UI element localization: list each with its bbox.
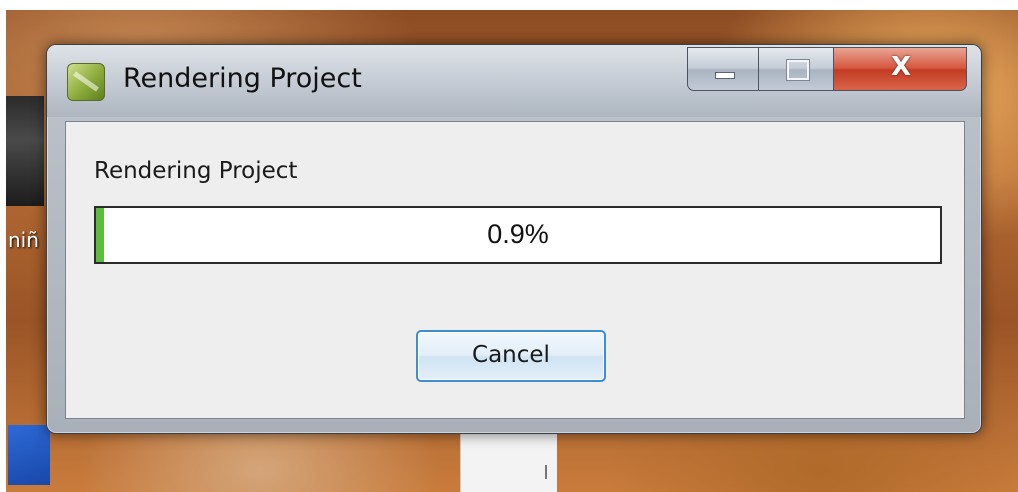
maximize-icon (787, 60, 809, 80)
desktop-icon-label[interactable]: niñ (8, 228, 39, 252)
render-progress-bar: 0.9% (94, 206, 942, 264)
progress-percent-text: 0.9% (487, 219, 549, 249)
desktop-icon-image[interactable] (6, 96, 44, 206)
close-button[interactable]: X (833, 47, 967, 91)
app-icon[interactable] (67, 63, 105, 101)
rendering-dialog-window: Rendering Project X Rendering Project 0.… (46, 44, 982, 434)
dialog-client-area: Rendering Project 0.9% Cancel (65, 121, 965, 419)
background-window-strip (460, 425, 557, 492)
screen-border-top (0, 0, 1018, 10)
window-title: Rendering Project (123, 63, 362, 94)
cancel-button[interactable]: Cancel (416, 330, 606, 382)
close-icon: X (890, 52, 912, 82)
minimize-icon (715, 72, 735, 79)
strip-tick (545, 465, 547, 479)
minimize-button[interactable] (687, 47, 759, 91)
caption-buttons: X (687, 47, 972, 91)
screen-border-left (0, 0, 6, 492)
taskbar-blue-icon[interactable] (8, 425, 50, 485)
app-icon-stripe (73, 71, 99, 92)
maximize-button[interactable] (758, 47, 834, 91)
progress-label: Rendering Project (94, 158, 298, 184)
